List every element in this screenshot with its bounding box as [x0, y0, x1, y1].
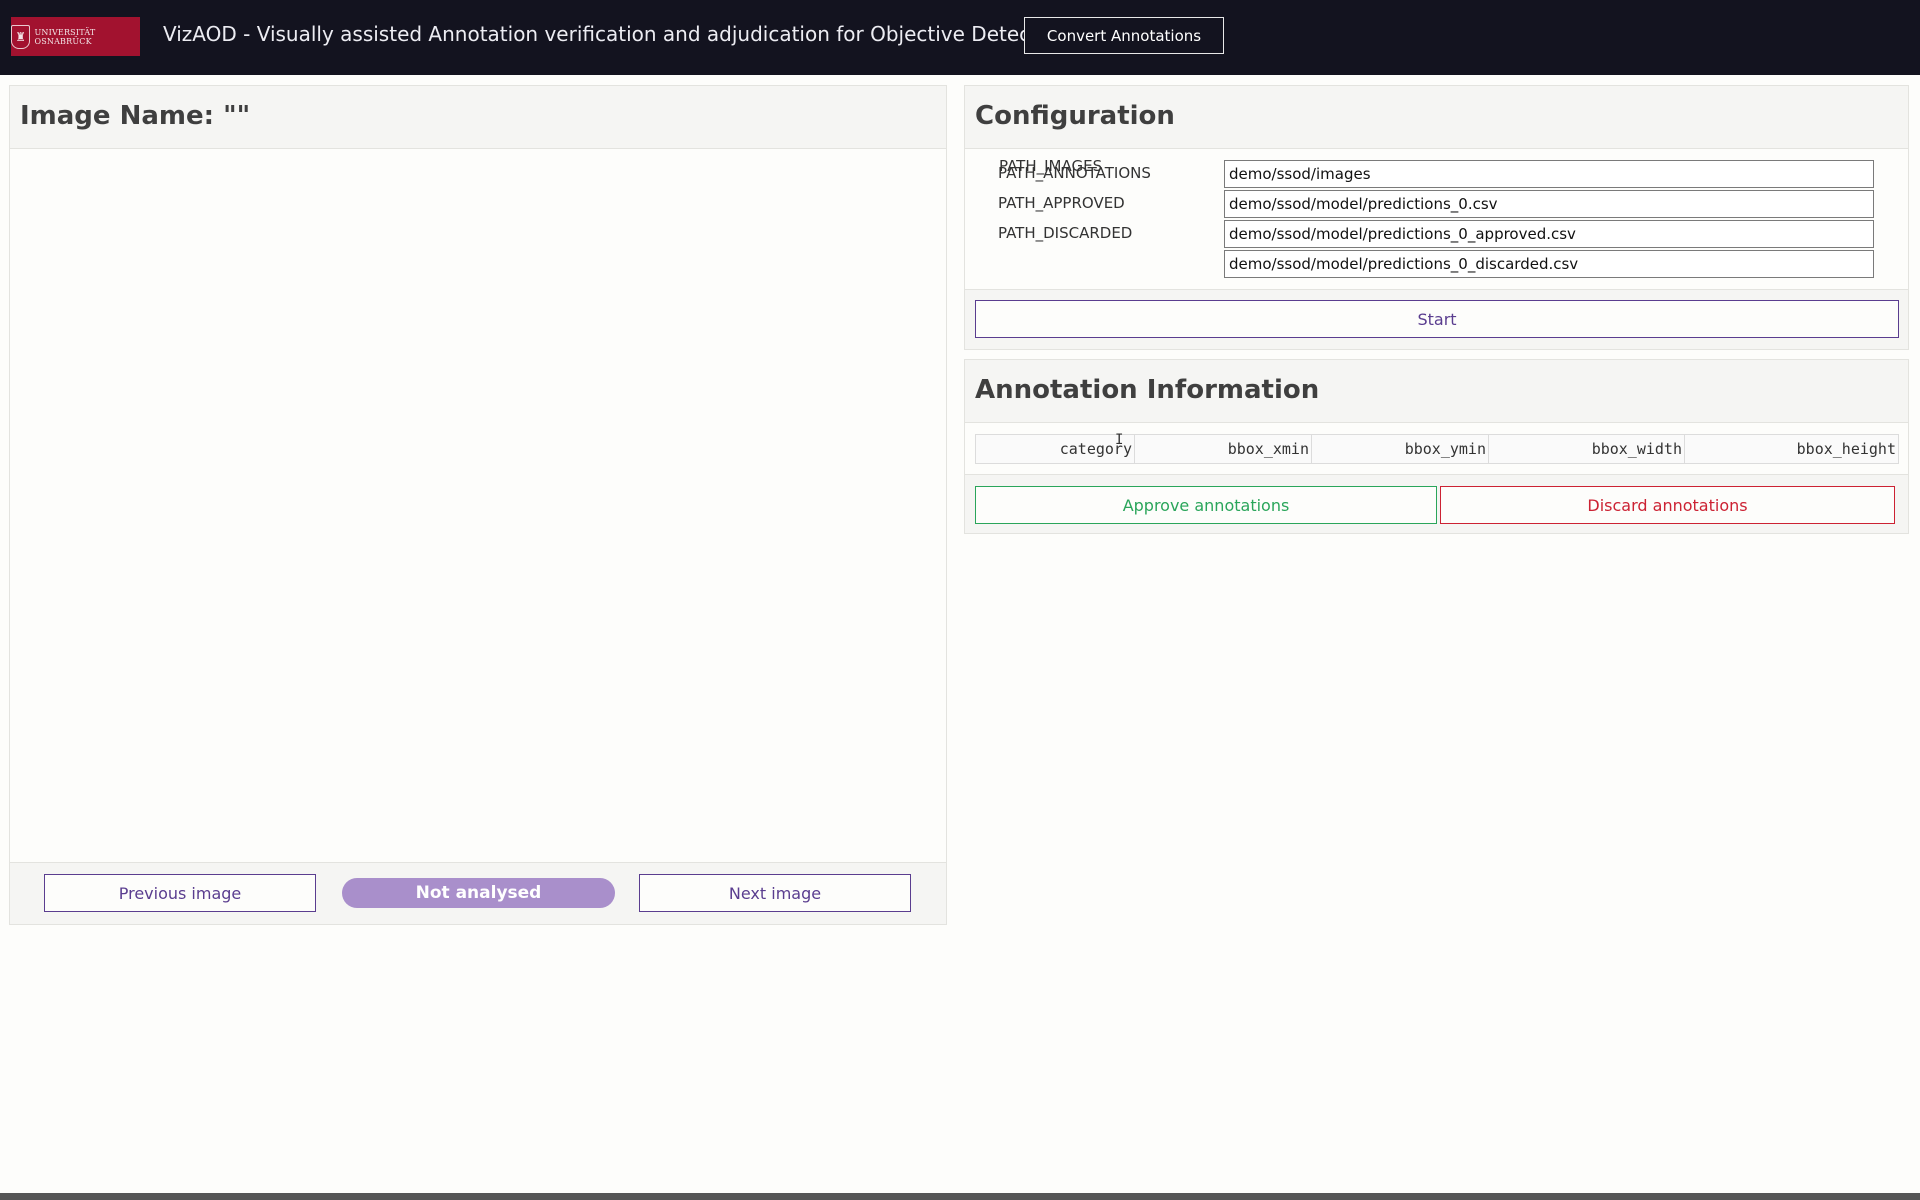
- configuration-title: Configuration: [975, 101, 1175, 131]
- annotation-actions: Approve annotations Discard annotations: [965, 475, 1908, 533]
- text-cursor-icon: I: [1115, 432, 1124, 448]
- column-header-category[interactable]: category: [976, 435, 1135, 463]
- discard-annotations-button[interactable]: Discard annotations: [1440, 486, 1895, 524]
- approve-annotations-button[interactable]: Approve annotations: [975, 486, 1437, 524]
- path-approved-label: PATH_APPROVED: [998, 194, 1125, 212]
- logo-text: UNIVERSITÄT OSNABRÜCK: [34, 27, 96, 46]
- university-seal-icon: ♜: [11, 24, 31, 49]
- start-button[interactable]: Start: [975, 300, 1899, 338]
- column-header-bbox-ymin[interactable]: bbox_ymin: [1312, 435, 1489, 463]
- app-title: VizAOD - Visually assisted Annotation ve…: [163, 22, 1069, 46]
- path-approved-input[interactable]: [1224, 220, 1874, 248]
- path-annotations-label: PATH_ANNOTATIONS: [998, 164, 1151, 182]
- image-canvas[interactable]: [10, 149, 946, 862]
- image-name-title: Image Name: "": [20, 101, 251, 131]
- university-logo[interactable]: ♜ UNIVERSITÄT OSNABRÜCK: [11, 17, 140, 56]
- column-header-bbox-xmin[interactable]: bbox_xmin: [1135, 435, 1312, 463]
- annotation-information-panel: Annotation Information category bbox_xmi…: [964, 359, 1909, 534]
- path-annotations-input[interactable]: [1224, 190, 1874, 218]
- image-panel-footer: Previous image Not analysed Next image: [10, 862, 946, 924]
- path-discarded-input[interactable]: [1224, 250, 1874, 278]
- convert-annotations-button[interactable]: Convert Annotations: [1024, 17, 1224, 54]
- configuration-header: Configuration: [965, 86, 1908, 149]
- column-header-bbox-width[interactable]: bbox_width: [1489, 435, 1685, 463]
- path-discarded-label: PATH_DISCARDED: [998, 224, 1133, 242]
- annotation-information-title: Annotation Information: [975, 375, 1320, 405]
- column-header-bbox-height[interactable]: bbox_height: [1685, 435, 1898, 463]
- next-image-button[interactable]: Next image: [639, 874, 911, 912]
- image-panel-header: Image Name: "": [10, 86, 946, 149]
- horizontal-scrollbar[interactable]: [0, 1193, 1920, 1200]
- annotation-information-header: Annotation Information: [965, 360, 1908, 423]
- analysis-status-badge: Not analysed: [342, 878, 615, 908]
- top-navbar: ♜ UNIVERSITÄT OSNABRÜCK VizAOD - Visuall…: [0, 0, 1920, 75]
- path-images-input[interactable]: [1224, 160, 1874, 188]
- previous-image-button[interactable]: Previous image: [44, 874, 316, 912]
- image-panel: Image Name: "" Previous image Not analys…: [9, 85, 947, 925]
- annotation-table-header: category bbox_xmin bbox_ymin bbox_width …: [975, 434, 1899, 464]
